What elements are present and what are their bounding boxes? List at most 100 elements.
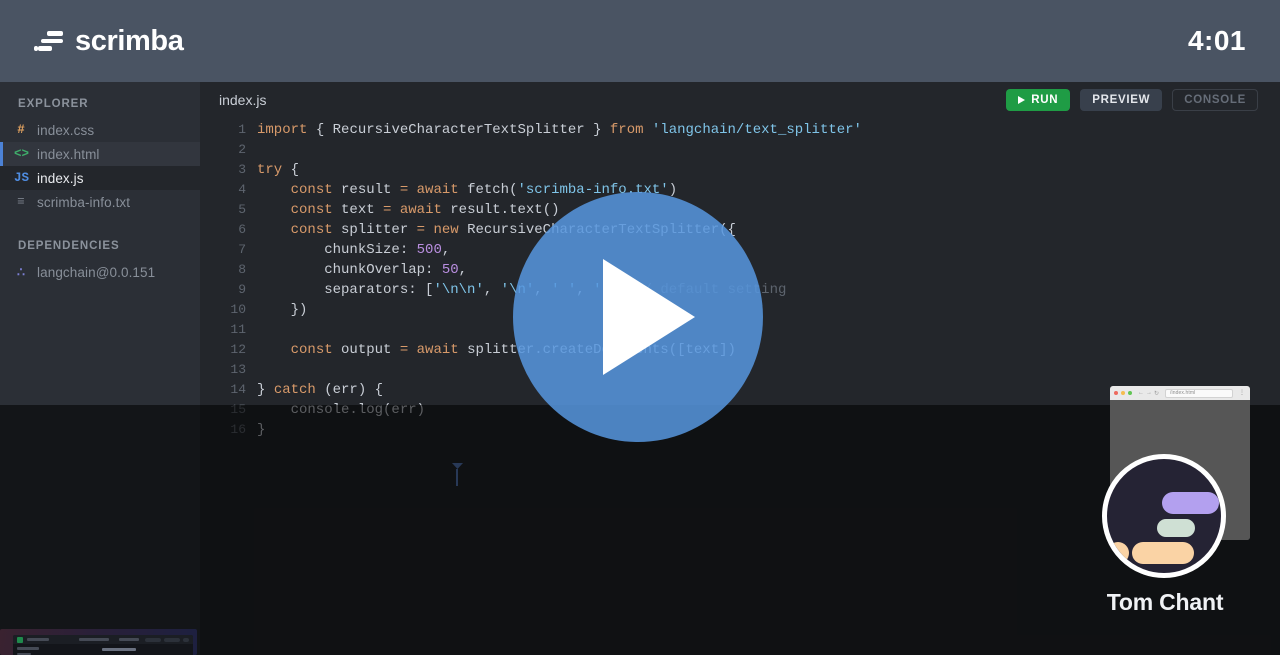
thumbnail-heading-text <box>102 648 136 651</box>
code-line-content: const text = await result.text() <box>246 200 560 220</box>
presenter-name: Tom Chant <box>1106 589 1224 615</box>
code-token: RecursiveCharacterTextSplitter <box>332 122 585 138</box>
line-number: 11 <box>230 322 246 337</box>
play-button[interactable] <box>513 192 763 442</box>
code-token: , <box>483 282 501 298</box>
kebab-menu-icon: ⋮ <box>1239 390 1245 396</box>
code-token: 'langchain/text_splitter' <box>651 122 862 138</box>
code-token: console.log(err) <box>257 402 426 418</box>
preview-button[interactable]: PREVIEW <box>1080 89 1163 111</box>
brand[interactable]: scrimba <box>34 24 184 58</box>
code-line-content: chunkOverlap: 50, <box>246 260 467 280</box>
code-token: new <box>433 222 459 238</box>
line-number: 16 <box>230 422 246 437</box>
code-token: const <box>290 342 333 358</box>
code-token: fetch( <box>458 182 518 198</box>
cursor-bar <box>456 469 458 486</box>
code-token: try <box>257 162 283 178</box>
thumbnail-main <box>45 644 193 655</box>
scrimba-app: scrimba 4:01 EXPLORER # index.css <> ind… <box>0 0 1280 655</box>
run-button[interactable]: RUN <box>1006 89 1071 111</box>
code-token: const <box>290 222 333 238</box>
app-topbar: scrimba 4:01 <box>0 0 1280 82</box>
line-number: 12 <box>230 342 246 357</box>
sidebar-file-label: index.css <box>37 122 95 138</box>
code-line: 1 import { RecursiveCharacterTextSplitter… <box>200 120 1280 140</box>
code-token: , <box>441 242 451 258</box>
code-token: const <box>290 202 333 218</box>
console-button[interactable]: CONSOLE <box>1172 89 1258 111</box>
next-scrim-thumbnail[interactable] <box>0 629 197 655</box>
file-explorer-sidebar: EXPLORER # index.css <> index.html JS in… <box>0 82 200 655</box>
code-token: const <box>290 182 333 198</box>
traffic-light-yellow-icon <box>1121 391 1125 395</box>
thumbnail-sidebar <box>13 644 45 655</box>
brand-name: scrimba <box>75 24 184 57</box>
code-token: { <box>282 162 300 178</box>
line-number: 9 <box>238 282 246 297</box>
thumbnail-title-text <box>27 638 49 641</box>
avatar-bar-purple <box>1162 492 1219 514</box>
code-token: await <box>399 202 442 218</box>
avatar-bar-green <box>1157 519 1195 537</box>
editor-filename: index.js <box>219 92 267 108</box>
code-line-content: }) <box>246 300 308 320</box>
sidebar-file-label: index.js <box>37 170 84 186</box>
arrow-right-icon: → <box>1146 390 1152 396</box>
editor-action-buttons: RUN PREVIEW CONSOLE <box>1006 89 1258 111</box>
code-line: 5 const text = await result.text() <box>200 200 1280 220</box>
code-token: from <box>609 122 644 138</box>
code-token: separators: [ <box>257 282 434 298</box>
sidebar-file-scrimba-info-txt[interactable]: ≡ scrimba-info.txt <box>0 190 200 214</box>
console-button-label: CONSOLE <box>1184 94 1246 106</box>
code-token: import <box>257 122 308 138</box>
avatar-dot-orange <box>1107 542 1129 564</box>
line-number: 1 <box>238 122 246 137</box>
thumbnail-nav-text <box>119 638 139 641</box>
code-token: 50 <box>441 262 459 278</box>
sidebar-file-label: index.html <box>37 146 100 162</box>
scrimba-logo-icon <box>34 30 64 52</box>
sidebar-file-index-css[interactable]: # index.css <box>0 118 200 142</box>
thumbnail-side-text <box>17 647 39 650</box>
code-token: { <box>307 122 333 138</box>
code-line: 6 const splitter = new RecursiveCharacte… <box>200 220 1280 240</box>
package-icon: ∴ <box>17 266 25 280</box>
code-line-content: chunkSize: 500, <box>246 240 450 260</box>
text-cursor <box>452 463 463 486</box>
thumbnail-button <box>164 637 180 642</box>
line-number: 8 <box>238 262 246 277</box>
browser-chrome-bar: ← → ↻ /index.html ⋮ <box>1110 386 1250 400</box>
code-line: 2 <box>200 140 1280 160</box>
sidebar-dependency-langchain[interactable]: ∴ langchain@0.0.151 <box>0 260 200 284</box>
line-number: 6 <box>238 222 246 237</box>
line-number: 4 <box>238 182 246 197</box>
code-line-content: } <box>246 420 265 440</box>
code-token: chunkSize: <box>257 242 417 258</box>
thumbnail-nav-text <box>79 638 109 641</box>
code-token: = <box>416 222 426 238</box>
code-token: } <box>584 122 610 138</box>
browser-url-bar: /index.html <box>1165 388 1233 398</box>
js-file-icon: JS <box>14 171 30 185</box>
line-number: 7 <box>238 242 246 257</box>
sidebar-file-index-html[interactable]: <> index.html <box>0 142 200 166</box>
sidebar-file-index-js[interactable]: JS index.js <box>0 166 200 190</box>
code-line-content: } catch (err) { <box>246 380 383 400</box>
cursor-flag-icon <box>452 463 463 469</box>
code-token: }) <box>257 302 308 318</box>
traffic-light-red-icon <box>1114 391 1118 395</box>
code-token: } <box>257 422 266 438</box>
traffic-light-green-icon <box>1128 391 1132 395</box>
run-button-label: RUN <box>1031 94 1059 106</box>
line-number: 15 <box>230 402 246 417</box>
code-token: await <box>416 182 459 198</box>
